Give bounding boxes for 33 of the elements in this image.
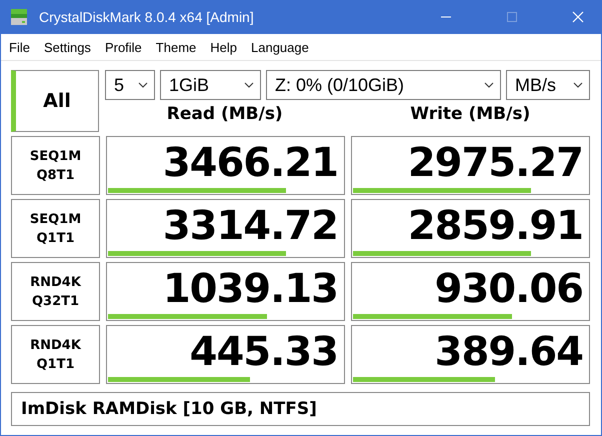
result-cell: 389.64 (351, 325, 590, 384)
all-button[interactable]: All (11, 70, 99, 132)
result-cell: 2975.27 (351, 136, 590, 195)
column-header: Write (MB/s) (409, 104, 532, 124)
test-button[interactable]: RND4K Q32T1 (11, 262, 100, 321)
menu-item[interactable]: Theme (156, 40, 202, 54)
test-button[interactable]: SEQ1M Q1T1 (11, 199, 100, 258)
test-button[interactable]: RND4K Q1T1 (11, 325, 100, 384)
window-title: CrystalDiskMark 8.0.4 x64 [Admin] (39, 9, 254, 25)
menu-item[interactable]: Language (251, 40, 315, 54)
column-header: Read (MB/s) (166, 104, 284, 124)
disk-icon (10, 8, 30, 26)
result-cell: 445.33 (106, 325, 345, 384)
menu-item[interactable]: Help (210, 40, 244, 54)
caret-icon (484, 82, 494, 88)
result-cell: 2859.91 (351, 199, 590, 258)
result-cell: 1039.13 (106, 262, 345, 321)
caret-icon (244, 82, 254, 88)
comment-field[interactable]: ImDisk RAMDisk [10 GB, NTFS] (11, 392, 590, 426)
menu-item[interactable]: Profile (104, 40, 148, 54)
caret-icon (573, 82, 583, 88)
dropdown[interactable]: MB/s (506, 70, 590, 100)
result-cell: 930.06 (351, 262, 590, 321)
dropdown[interactable]: Z: 0% (0/10GiB) (266, 70, 501, 100)
dropdown[interactable]: 5 (105, 70, 155, 100)
close-icon[interactable] (572, 11, 584, 23)
caret-icon (138, 82, 148, 88)
menu-item[interactable]: Settings (44, 40, 97, 54)
result-cell: 3314.72 (106, 199, 345, 258)
test-button[interactable]: SEQ1M Q8T1 (11, 136, 100, 195)
dropdown[interactable]: 1GiB (160, 70, 261, 100)
result-cell: 3466.21 (106, 136, 345, 195)
menu-item[interactable]: File (9, 40, 36, 54)
